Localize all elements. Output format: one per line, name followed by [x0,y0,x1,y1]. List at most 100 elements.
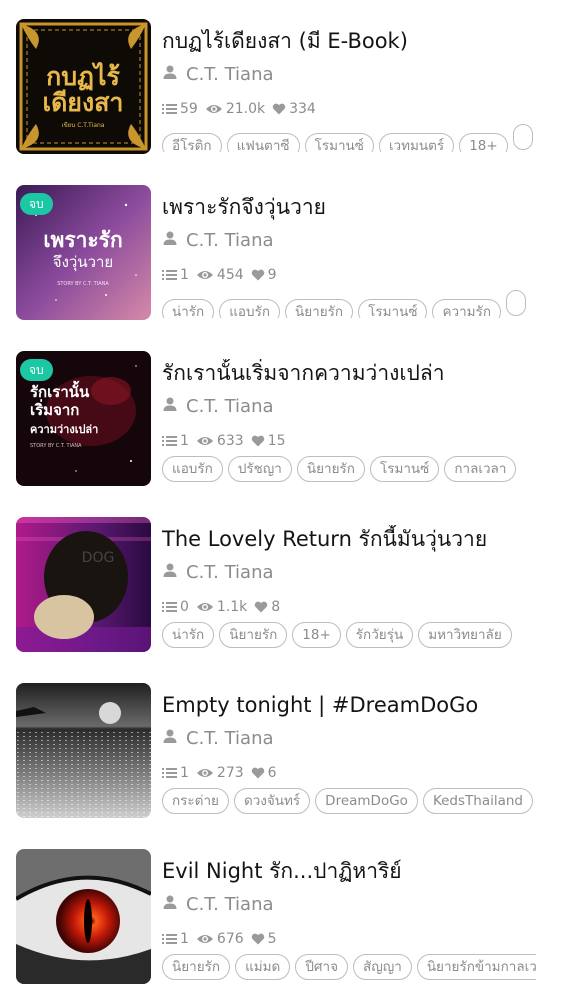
like-count: 9 [267,267,277,283]
book-item[interactable]: รักเรานั้น เริ่มจาก ความว่างเปล่า STORY … [0,332,566,498]
chapter-count: 1 [180,765,189,781]
like-count: 334 [289,101,316,117]
book-author[interactable]: C.T. Tiana [162,228,274,252]
chapter-count: 0 [180,599,189,615]
chapter-count: 1 [180,931,189,947]
tag[interactable] [506,290,526,316]
list-icon [162,768,177,778]
eye-icon [196,769,213,777]
book-cover[interactable]: รักเรานั้น เริ่มจาก ความว่างเปล่า STORY … [16,351,151,486]
tag[interactable]: มหาวิทยาลัย [418,622,512,648]
tag[interactable]: นิยายรัก [219,622,288,648]
tag[interactable]: กาลเวลา [444,456,517,482]
heart-icon [255,601,268,613]
book-title[interactable]: Evil Night รัก...ปาฏิหาริย์ [162,857,562,885]
tag[interactable]: นิยายรัก [296,456,365,482]
tag[interactable]: นิยายรัก [162,954,231,980]
tag[interactable]: กระต่าย [162,788,229,814]
tag[interactable]: อีโรติก [162,133,222,152]
tag[interactable]: โรมานซ์ [304,133,374,152]
tag[interactable]: นิยายรักข้ามกาลเวลา [416,954,536,980]
book-cover[interactable] [16,849,151,984]
user-icon [162,894,178,915]
book-author[interactable]: C.T. Tiana [162,394,274,418]
view-count: 21.0k [225,101,266,117]
book-stats: 1 454 9 [162,265,284,285]
chapter-count: 1 [180,267,189,283]
view-count: 273 [216,765,244,781]
tag[interactable]: สัญญา [352,954,412,980]
tag-list: น่ารัก นิยายรัก 18+ รักวัยรุ่น มหาวิทยาลัย [162,622,536,650]
book-author[interactable]: C.T. Tiana [162,892,274,916]
view-count: 1.1k [216,599,248,615]
heart-icon [272,103,286,115]
tag[interactable]: โรมานซ์ [369,456,440,482]
list-icon [162,270,177,280]
book-title[interactable]: รักเรานั้นเริ่มจากความว่างเปล่า [162,359,562,387]
tag[interactable]: แอบรัก [162,456,223,482]
cover-author: STORY BY C.T. TIANA [30,443,82,449]
tag[interactable]: DreamDoGo [315,788,418,814]
book-stats: 1 273 6 [162,763,284,783]
book-stats: 59 21.0k 334 [162,99,323,119]
tag[interactable]: ดวงจันทร์ [233,788,311,814]
book-item[interactable]: DOG The Lovely Return รักนี้มันวุ่นวาย C… [0,498,566,664]
tag[interactable]: เวทมนตร์ [378,133,455,152]
cover-title-line2: จึงวุ่นวาย [53,253,114,272]
tag[interactable]: 18+ [292,622,341,648]
tag[interactable]: โรมานซ์ [358,299,428,318]
user-icon [162,64,178,85]
tag[interactable]: แอบรัก [219,299,281,318]
like-count: 5 [267,931,277,947]
book-item[interactable]: Evil Night รัก...ปาฏิหาริย์ C.T. Tiana 1… [0,830,566,996]
book-list: กบฏไร้ เดียงสา เขียน C.T.Tiana กบฏไร้เดี… [0,0,566,1000]
finished-badge: จบ [20,359,53,381]
heart-icon [251,435,264,447]
book-item[interactable]: เพราะรัก จึงวุ่นวาย STORY BY C.T. TIANA … [0,166,566,332]
tag[interactable]: ปรัชญา [227,456,292,482]
eye-icon [196,271,213,279]
tag[interactable]: น่ารัก [162,299,215,318]
tag[interactable]: 18+ [459,133,508,152]
book-title[interactable]: The Lovely Return รักนี้มันวุ่นวาย [162,525,562,553]
book-title[interactable]: เพราะรักจึงวุ่นวาย [162,193,562,221]
book-title[interactable]: Empty tonight | #DreamDoGo [162,691,562,719]
book-title[interactable]: กบฏไร้เดียงสา (มี E-Book) [162,27,562,55]
book-stats: 1 633 15 [162,431,292,451]
book-cover[interactable] [16,683,151,818]
cover-title-line2: เดียงสา [43,88,124,117]
like-count: 15 [267,433,286,449]
cover-author: เขียน C.T.Tiana [62,121,105,129]
book-cover[interactable]: เพราะรัก จึงวุ่นวาย STORY BY C.T. TIANA … [16,185,151,320]
tag[interactable]: ปีศาจ [295,954,348,980]
cover-art [16,683,151,818]
author-name: C.T. Tiana [186,229,274,251]
book-author[interactable]: C.T. Tiana [162,62,274,86]
cover-title-line1: เพราะรัก [43,228,122,252]
book-author[interactable]: C.T. Tiana [162,726,274,750]
view-count: 676 [216,931,244,947]
eye-icon [205,105,222,113]
tag[interactable]: ความรัก [432,299,501,318]
tag[interactable]: น่ารัก [162,622,215,648]
eye-icon [196,603,213,611]
heart-icon [251,933,264,945]
tag[interactable]: แฟนตาซี [226,133,300,152]
tag[interactable]: แม่มด [235,954,291,980]
tag[interactable] [512,124,533,150]
book-cover[interactable]: DOG [16,517,151,652]
author-name: C.T. Tiana [186,727,274,749]
tag[interactable]: นิยายรัก [285,299,354,318]
tag[interactable]: KedsThailand [422,788,534,814]
book-item[interactable]: กบฏไร้ เดียงสา เขียน C.T.Tiana กบฏไร้เดี… [0,0,566,166]
book-author[interactable]: C.T. Tiana [162,560,274,584]
view-count: 454 [216,267,244,283]
book-cover[interactable]: กบฏไร้ เดียงสา เขียน C.T.Tiana [16,19,151,154]
tag-list: กระต่าย ดวงจันทร์ DreamDoGo KedsThailand [162,788,536,816]
tag[interactable]: รักวัยรุ่น [345,622,414,648]
list-icon [162,436,177,446]
tag-list: แอบรัก ปรัชญา นิยายรัก โรมานซ์ กาลเวลา [162,456,536,484]
cover-title-line3: ความว่างเปล่า [30,423,98,436]
author-name: C.T. Tiana [186,63,274,85]
book-item[interactable]: Empty tonight | #DreamDoGo C.T. Tiana 1 … [0,664,566,830]
